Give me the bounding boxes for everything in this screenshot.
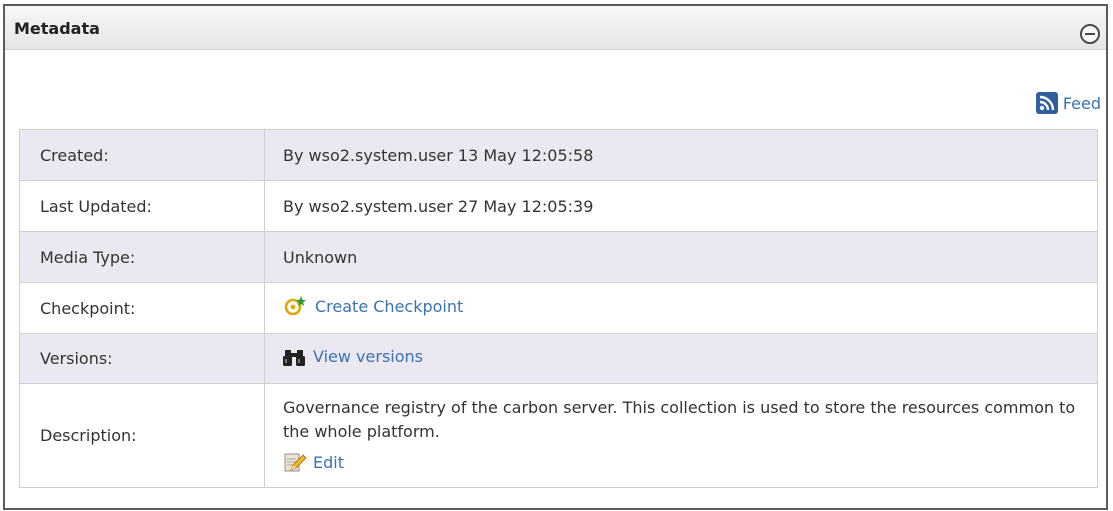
row-versions: Versions: View versions [19, 333, 1098, 384]
versions-label: Versions: [19, 333, 265, 384]
panel-title: Metadata [14, 19, 100, 38]
last-updated-label: Last Updated: [19, 180, 265, 232]
row-media-type: Media Type: Unknown [19, 231, 1098, 283]
panel-header: Metadata [5, 6, 1106, 50]
feed-link[interactable]: Feed [1035, 91, 1101, 115]
description-text: Governance registry of the carbon server… [283, 398, 1076, 441]
edit-pencil-icon [284, 453, 307, 472]
checkpoint-icon [284, 296, 306, 316]
description-cell: Governance registry of the carbon server… [264, 383, 1098, 488]
row-last-updated: Last Updated: By wso2.system.user 27 May… [19, 180, 1098, 232]
metadata-panel: Metadata Feed Created: By wso2.system.us… [3, 4, 1108, 510]
description-label: Description: [19, 383, 265, 488]
last-updated-value: By wso2.system.user 27 May 12:05:39 [264, 180, 1098, 232]
edit-description-link[interactable]: Edit [283, 451, 344, 473]
created-value: By wso2.system.user 13 May 12:05:58 [264, 129, 1098, 181]
row-created: Created: By wso2.system.user 13 May 12:0… [19, 129, 1098, 181]
edit-label: Edit [313, 452, 344, 472]
media-type-value: Unknown [264, 231, 1098, 283]
row-description: Description: Governance registry of the … [19, 383, 1098, 488]
row-checkpoint: Checkpoint: Create Checkpoint [19, 282, 1098, 334]
created-label: Created: [19, 129, 265, 181]
versions-cell: View versions [264, 333, 1098, 384]
metadata-table: Created: By wso2.system.user 13 May 12:0… [19, 129, 1098, 488]
rss-feed-icon [1035, 92, 1058, 114]
feed-label: Feed [1062, 93, 1101, 113]
collapse-minus-icon[interactable] [1080, 24, 1100, 44]
create-checkpoint-label: Create Checkpoint [315, 296, 464, 316]
media-type-label: Media Type: [19, 231, 265, 283]
checkpoint-label: Checkpoint: [19, 282, 265, 334]
checkpoint-cell: Create Checkpoint [264, 282, 1098, 334]
create-checkpoint-link[interactable]: Create Checkpoint [283, 295, 463, 317]
view-versions-label: View versions [313, 347, 423, 366]
binoculars-icon [283, 349, 305, 366]
view-versions-link[interactable]: View versions [283, 347, 423, 367]
